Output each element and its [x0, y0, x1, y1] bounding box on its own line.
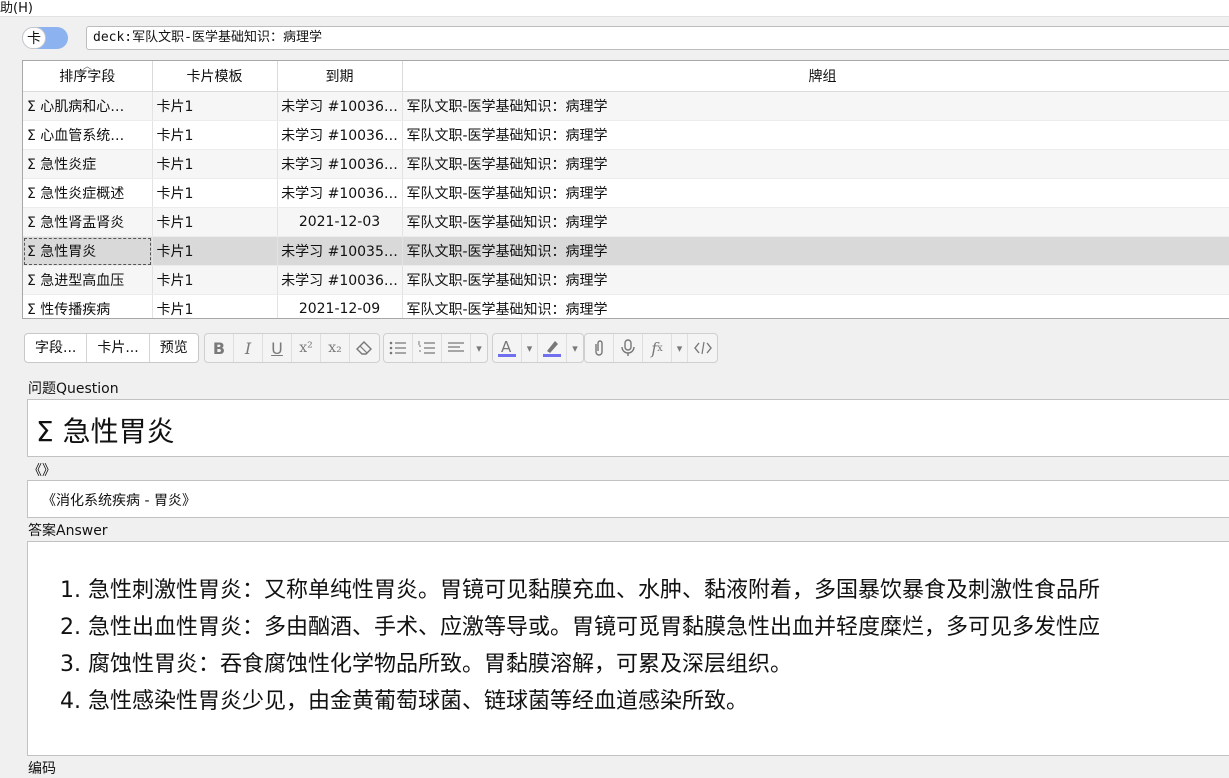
card-template-cell: 卡片1	[152, 149, 278, 179]
align-icon[interactable]	[442, 334, 471, 362]
source-field[interactable]: 《消化系统疾病 - 胃炎》	[27, 480, 1229, 518]
answer-item: 急性出血性胃炎：多由酗酒、手术、应激等导或。胃镜可觅胃黏膜急性出血并轻度糜烂，多…	[88, 609, 1100, 646]
svg-text:A: A	[501, 338, 512, 356]
column-header-card-template[interactable]: 卡片模板	[152, 61, 278, 92]
insert-group: fx ▾	[584, 333, 718, 363]
align-dropdown-icon[interactable]: ▾	[471, 334, 487, 362]
due-cell: 未学习 #10036…	[277, 149, 403, 179]
question-field[interactable]: Σ 急性胃炎	[27, 399, 1229, 457]
table-row[interactable]: Σ 急进型高血压 卡片1 未学习 #10036… 军队文职-医学基础知识：病理学	[23, 265, 1229, 295]
table-row[interactable]: Σ 心肌病和心… 卡片1 未学习 #10036… 军队文职-医学基础知识：病理学	[23, 91, 1229, 121]
due-cell: 2021-12-09	[277, 294, 403, 318]
table-row[interactable]: Σ 性传播疾病 卡片1 2021-12-09 军队文职-医学基础知识：病理学	[23, 294, 1229, 318]
toggle-label: 卡	[22, 27, 46, 49]
italic-button[interactable]: I	[234, 334, 263, 362]
sort-field-cell: Σ 性传播疾病	[23, 294, 153, 318]
sort-field-cell: Σ 急性炎症	[23, 149, 153, 179]
cards-button[interactable]: 卡片...	[87, 334, 150, 362]
numbered-list-icon[interactable]	[413, 334, 442, 362]
math-dropdown-icon[interactable]: ▾	[672, 334, 688, 362]
table-body: Σ 心肌病和心… 卡片1 未学习 #10036… 军队文职-医学基础知识：病理学 Σ 心…	[23, 91, 1229, 318]
menu-help[interactable]: 助(H)	[0, 0, 33, 16]
underline-button[interactable]: U	[263, 334, 292, 362]
card-template-cell: 卡片1	[152, 236, 278, 266]
source-text: 《消化系统疾病 - 胃炎》	[42, 493, 196, 509]
attach-icon[interactable]	[585, 334, 614, 362]
math-icon[interactable]: fx	[643, 334, 672, 362]
table-row[interactable]: Σ 急性肾盂肾炎 卡片1 2021-12-03 军队文职-医学基础知识：病理学	[23, 207, 1229, 237]
note-buttons: 字段... 卡片... 预览	[24, 333, 199, 363]
card-template-cell: 卡片1	[152, 207, 278, 237]
sort-field-cell: Σ 急性胃炎	[23, 236, 153, 266]
column-header-sort-field[interactable]: ︿ 排序字段	[23, 61, 153, 92]
deck-cell: 军队文职-医学基础知识：病理学	[402, 91, 1229, 121]
card-template-cell: 卡片1	[152, 91, 278, 121]
superscript-button[interactable]: x²	[292, 334, 321, 362]
due-cell: 未学习 #10036…	[277, 265, 403, 295]
text-color-dropdown-icon[interactable]: ▾	[522, 334, 538, 362]
column-header-deck[interactable]: 牌组	[402, 61, 1229, 92]
color-group: A ▾ ▾	[492, 333, 584, 363]
deck-cell: 军队文职-医学基础知识：病理学	[402, 294, 1229, 318]
card-template-cell: 卡片1	[152, 294, 278, 318]
column-header-due[interactable]: 到期	[277, 61, 403, 92]
highlight-icon[interactable]	[538, 334, 567, 362]
table-row[interactable]: Σ 急性炎症 卡片1 未学习 #10036… 军队文职-医学基础知识：病理学	[23, 149, 1229, 179]
table-row[interactable]: Σ 急性胃炎 卡片1 未学习 #10035… 军队文职-医学基础知识：病理学	[23, 236, 1229, 266]
menu-bar: 助(H)	[0, 0, 1229, 17]
sort-field-cell: Σ 心肌病和心…	[23, 91, 153, 121]
preview-button[interactable]: 预览	[150, 334, 198, 362]
source-field-label: 《》	[28, 463, 56, 479]
list-group: ▾	[383, 333, 488, 363]
answer-item: 急性感染性胃炎少见，由金黄葡萄球菌、链球菌等经血道感染所致。	[88, 683, 1100, 720]
editor-toolbar: 字段... 卡片... 预览 B I U x² x₂ ▾ A ▾ ▾ f x ▾	[22, 332, 1229, 363]
format-group: B I U x² x₂	[204, 333, 380, 363]
deck-cell: 军队文职-医学基础知识：病理学	[402, 236, 1229, 266]
due-cell: 2021-12-03	[277, 207, 403, 237]
bold-button[interactable]: B	[205, 334, 234, 362]
highlight-dropdown-icon[interactable]: ▾	[567, 334, 583, 362]
cards-notes-toggle[interactable]: 卡	[22, 27, 68, 49]
card-template-cell: 卡片1	[152, 120, 278, 150]
deck-cell: 军队文职-医学基础知识：病理学	[402, 149, 1229, 179]
card-template-cell: 卡片1	[152, 265, 278, 295]
card-table: ︿ 排序字段 卡片模板 到期 牌组 Σ 心肌病和心… 卡片1 未学习 #10036……	[22, 60, 1229, 319]
answer-item: 腐蚀性胃炎：吞食腐蚀性化学物品所致。胃黏膜溶解，可累及深层组织。	[88, 646, 1100, 683]
fields-button[interactable]: 字段...	[25, 334, 88, 362]
question-field-label: 问题Question	[28, 381, 119, 397]
card-template-cell: 卡片1	[152, 178, 278, 208]
due-cell: 未学习 #10036…	[277, 120, 403, 150]
html-editor-icon[interactable]	[688, 334, 717, 362]
due-cell: 未学习 #10036…	[277, 91, 403, 121]
deck-cell: 军队文职-医学基础知识：病理学	[402, 120, 1229, 150]
encoding-field-label: 编码	[28, 761, 56, 777]
due-cell: 未学习 #10036…	[277, 178, 403, 208]
sort-field-cell: Σ 急性炎症概述	[23, 178, 153, 208]
sort-field-cell: Σ 急进型高血压	[23, 265, 153, 295]
answer-item: 急性刺激性胃炎：又称单纯性胃炎。胃镜可见黏膜充血、水肿、黏液附着，多国暴饮暴食及…	[88, 572, 1100, 609]
eraser-icon[interactable]	[350, 334, 379, 362]
microphone-icon[interactable]	[614, 334, 643, 362]
sort-field-cell: Σ 心血管系统…	[23, 120, 153, 150]
sort-field-cell: Σ 急性肾盂肾炎	[23, 207, 153, 237]
answer-field[interactable]: 急性刺激性胃炎：又称单纯性胃炎。胃镜可见黏膜充血、水肿、黏液附着，多国暴饮暴食及…	[27, 541, 1229, 756]
sort-ascending-icon: ︿	[82, 62, 92, 72]
table-row[interactable]: Σ 心血管系统… 卡片1 未学习 #10036… 军队文职-医学基础知识：病理学	[23, 120, 1229, 150]
table-row[interactable]: Σ 急性炎症概述 卡片1 未学习 #10036… 军队文职-医学基础知识：病理学	[23, 178, 1229, 208]
deck-cell: 军队文职-医学基础知识：病理学	[402, 207, 1229, 237]
due-cell: 未学习 #10035…	[277, 236, 403, 266]
text-color-icon[interactable]: A	[493, 334, 522, 362]
bullet-list-icon[interactable]	[384, 334, 413, 362]
answer-list: 急性刺激性胃炎：又称单纯性胃炎。胃镜可见黏膜充血、水肿、黏液附着，多国暴饮暴食及…	[58, 572, 1100, 720]
subscript-button[interactable]: x₂	[321, 334, 350, 362]
deck-cell: 军队文职-医学基础知识：病理学	[402, 178, 1229, 208]
deck-cell: 军队文职-医学基础知识：病理学	[402, 265, 1229, 295]
question-text: Σ 急性胃炎	[36, 415, 175, 448]
search-row: 卡 deck:军队文职-医学基础知识：病理学	[0, 24, 1229, 54]
answer-field-label: 答案Answer	[28, 523, 108, 539]
search-input[interactable]: deck:军队文职-医学基础知识：病理学	[86, 26, 1229, 50]
